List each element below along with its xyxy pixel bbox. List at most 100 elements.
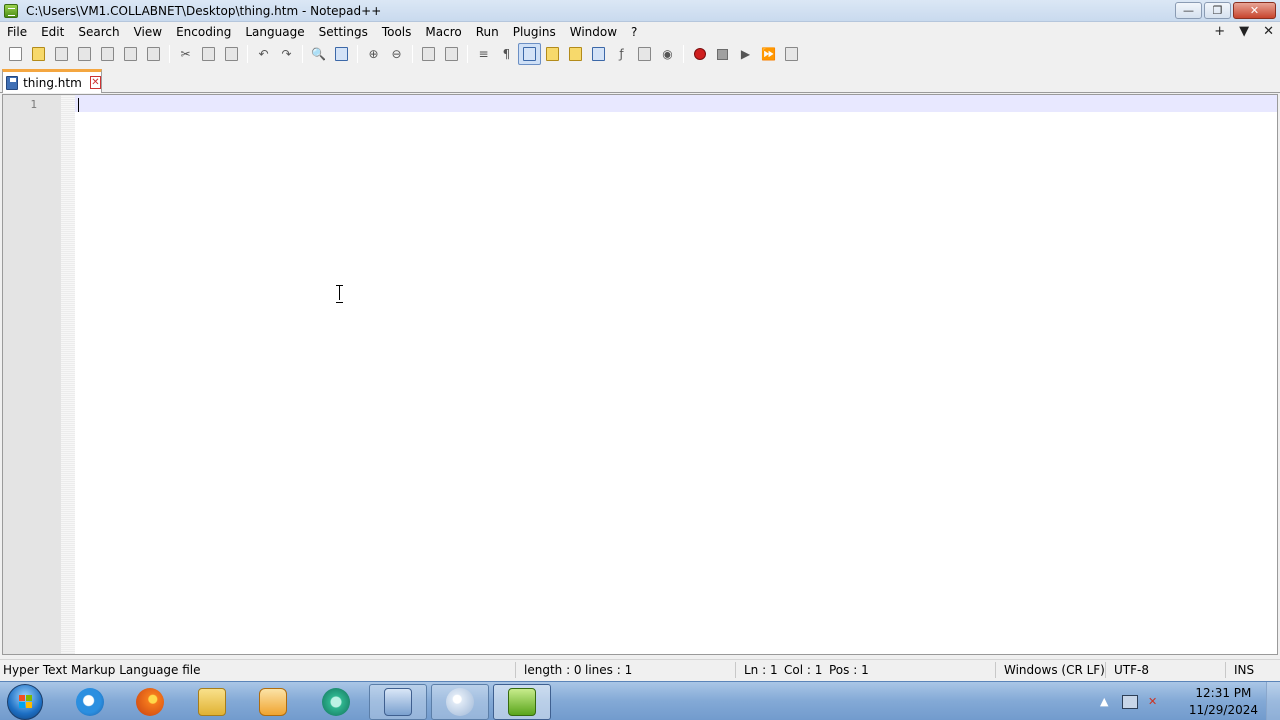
toolbar-separator <box>412 45 413 63</box>
new-tab-plus-icon[interactable]: + <box>1214 22 1225 42</box>
show-desktop-button[interactable] <box>1266 682 1280 720</box>
document-map-icon[interactable] <box>564 43 587 65</box>
system-tray: ▲ <box>1100 682 1108 720</box>
menu-right-controls: + ▼ ✕ <box>1214 22 1274 42</box>
start-button[interactable] <box>7 684 43 720</box>
copy-icon[interactable] <box>197 43 220 65</box>
tab-close-icon[interactable]: ✕ <box>89 76 101 89</box>
status-divider <box>1105 662 1106 678</box>
zoom-out-icon[interactable]: ⊖ <box>385 43 408 65</box>
chart-app-icon <box>384 688 412 716</box>
menu-plugins[interactable]: Plugins <box>506 22 563 42</box>
toolbar-separator <box>357 45 358 63</box>
menu-file[interactable]: File <box>0 22 34 42</box>
indent-guide-icon[interactable] <box>518 43 541 65</box>
ibeam-cursor-icon <box>335 285 344 303</box>
title-bar: C:\Users\VM1.COLLABNET\Desktop\thing.htm… <box>0 0 1280 22</box>
notepad-plus-plus-icon[interactable] <box>4 3 18 18</box>
print-icon[interactable] <box>142 43 165 65</box>
run-macro-multiple-icon[interactable]: ⏩ <box>757 43 780 65</box>
taskbar-chart-app[interactable] <box>369 684 427 720</box>
menu-run[interactable]: Run <box>469 22 506 42</box>
clock[interactable]: 12:31 PM 11/29/2024 <box>1189 685 1258 719</box>
menu-tools[interactable]: Tools <box>375 22 419 42</box>
menu-encoding[interactable]: Encoding <box>169 22 238 42</box>
clock-date: 11/29/2024 <box>1188 703 1258 717</box>
taskbar-file-explorer[interactable] <box>183 684 241 720</box>
menu-window[interactable]: Window <box>563 22 624 42</box>
close-file-icon[interactable] <box>96 43 119 65</box>
clock-time: 12:31 PM <box>1195 686 1252 700</box>
paint-icon <box>446 688 474 716</box>
paste-icon[interactable] <box>220 43 243 65</box>
minimize-button[interactable]: — <box>1175 2 1202 19</box>
status-bar: Hyper Text Markup Language file length :… <box>0 659 1280 680</box>
close-all-icon[interactable] <box>119 43 142 65</box>
network-icon[interactable] <box>1122 694 1138 709</box>
sync-vertical-scroll-icon[interactable] <box>417 43 440 65</box>
taskbar-firefox[interactable] <box>121 684 179 720</box>
status-line: Ln : 1 <box>744 663 778 677</box>
tab-label: thing.htm <box>23 75 82 90</box>
stop-recording-icon[interactable] <box>711 43 734 65</box>
document-list-icon[interactable] <box>587 43 610 65</box>
volume-muted-icon[interactable]: ✕ <box>1148 695 1157 708</box>
taskbar-notepad-plus-plus[interactable] <box>493 684 551 720</box>
internet-explorer-icon <box>76 688 104 716</box>
function-list-icon[interactable]: ƒ <box>610 43 633 65</box>
replace-icon[interactable] <box>330 43 353 65</box>
find-icon[interactable]: 🔍 <box>307 43 330 65</box>
record-macro-icon[interactable] <box>688 43 711 65</box>
status-encoding[interactable]: UTF-8 <box>1114 663 1149 677</box>
status-divider <box>735 662 736 678</box>
undo-icon[interactable]: ↶ <box>252 43 275 65</box>
saved-file-icon <box>6 75 19 90</box>
redo-icon[interactable]: ↷ <box>275 43 298 65</box>
line-number-gutter: 1 <box>3 95 61 654</box>
taskbar-paint[interactable] <box>431 684 489 720</box>
show-all-characters-icon[interactable]: ¶ <box>495 43 518 65</box>
save-all-icon[interactable] <box>73 43 96 65</box>
menu-macro[interactable]: Macro <box>418 22 468 42</box>
folder-as-workspace-icon[interactable] <box>633 43 656 65</box>
restore-button[interactable]: ❐ <box>1204 2 1231 19</box>
menu-search[interactable]: Search <box>71 22 126 42</box>
menu-settings[interactable]: Settings <box>312 22 375 42</box>
status-column: Col : 1 <box>784 663 823 677</box>
fold-margin[interactable] <box>61 95 75 654</box>
taskbar-teal-app[interactable] <box>307 684 365 720</box>
close-document-icon[interactable]: ✕ <box>1263 22 1274 42</box>
close-button[interactable]: ✕ <box>1233 2 1276 19</box>
toolbar-separator <box>302 45 303 63</box>
save-icon[interactable] <box>50 43 73 65</box>
menu-help[interactable]: ? <box>624 22 644 42</box>
show-hidden-icons-icon[interactable]: ▲ <box>1100 695 1108 708</box>
tab-thing-htm[interactable]: thing.htm ✕ <box>2 69 102 93</box>
tab-list-dropdown-icon[interactable]: ▼ <box>1239 22 1249 42</box>
text-caret <box>78 98 79 112</box>
sync-horizontal-scroll-icon[interactable] <box>440 43 463 65</box>
editor-area[interactable]: 1 <box>2 94 1278 655</box>
zoom-in-icon[interactable]: ⊕ <box>362 43 385 65</box>
status-length: length : 0 <box>524 663 582 677</box>
cut-icon[interactable]: ✂ <box>174 43 197 65</box>
new-file-icon[interactable] <box>4 43 27 65</box>
open-file-icon[interactable] <box>27 43 50 65</box>
menu-language[interactable]: Language <box>238 22 311 42</box>
playback-macro-icon[interactable]: ▶ <box>734 43 757 65</box>
status-insert-mode[interactable]: INS <box>1234 663 1254 677</box>
user-defined-language-icon[interactable] <box>541 43 564 65</box>
save-macro-icon[interactable] <box>780 43 803 65</box>
taskbar: ▲ ✕ 12:31 PM 11/29/2024 <box>0 681 1280 720</box>
status-lines: lines : 1 <box>585 663 633 677</box>
word-wrap-icon[interactable]: ≡ <box>472 43 495 65</box>
menu-view[interactable]: View <box>127 22 169 42</box>
taskbar-internet-explorer[interactable] <box>61 684 119 720</box>
status-eol[interactable]: Windows (CR LF) <box>1004 663 1105 677</box>
toolbar: ✂ ↶ ↷ 🔍 ⊕ ⊖ ≡ ¶ ƒ ◉ ▶ ⏩ <box>0 42 1280 66</box>
menu-edit[interactable]: Edit <box>34 22 71 42</box>
taskbar-media-player[interactable] <box>244 684 302 720</box>
system-tray-icons <box>1122 682 1138 720</box>
monitoring-icon[interactable]: ◉ <box>656 43 679 65</box>
status-file-type: Hyper Text Markup Language file <box>3 663 201 677</box>
